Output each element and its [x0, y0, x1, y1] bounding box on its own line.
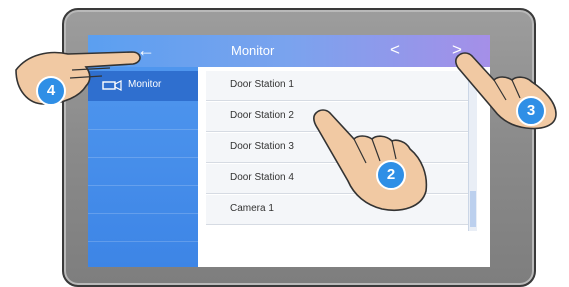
step-badge: 3	[516, 96, 546, 126]
sidebar-divider	[88, 157, 198, 186]
page-title: Monitor	[231, 43, 275, 58]
list-item-label: Door Station 3	[230, 141, 294, 152]
step-badge: 4	[36, 76, 66, 106]
pointing-hand-icon	[15, 51, 141, 105]
sidebar-divider	[88, 185, 198, 214]
sidebar-divider	[88, 213, 198, 242]
list-item-label: Door Station 4	[230, 172, 294, 183]
list-item-label: Camera 1	[230, 203, 274, 214]
step-badge: 2	[376, 160, 406, 190]
list-item[interactable]: Door Station 1	[206, 71, 468, 101]
list-item-label: Door Station 1	[230, 79, 294, 90]
scrollbar-thumb[interactable]	[470, 191, 476, 227]
top-bar: ← Monitor < >	[88, 35, 490, 67]
sidebar-divider	[88, 129, 198, 158]
pointing-hand-icon	[455, 52, 557, 130]
list-item-label: Door Station 2	[230, 110, 294, 121]
pointing-hand-icon	[313, 109, 428, 211]
prev-page-button[interactable]: <	[386, 39, 404, 61]
